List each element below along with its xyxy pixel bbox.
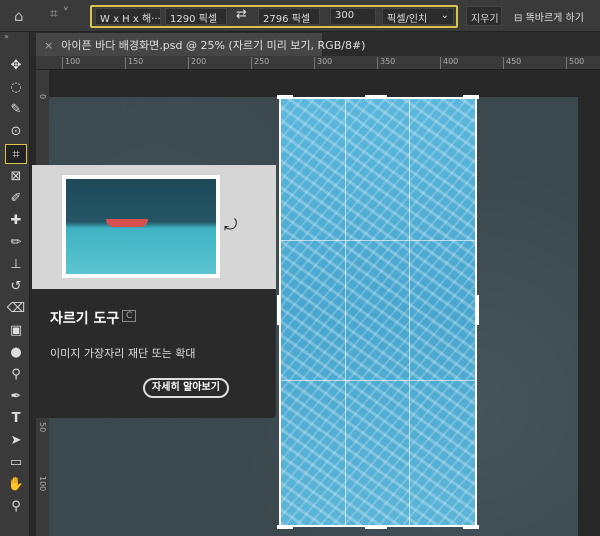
ratio-select[interactable]: W x H x 해··· — [95, 8, 161, 25]
brush-tool-icon[interactable]: ✏ — [5, 233, 27, 253]
frame-tool-icon[interactable]: ⊠ — [5, 167, 27, 187]
preview-image — [62, 175, 220, 278]
home-icon[interactable]: ⌂ — [14, 7, 24, 25]
ruler-label: 450 — [503, 57, 521, 69]
ruler-label: 100 — [62, 57, 80, 69]
gradient-tool-icon[interactable]: ▣ — [5, 321, 27, 341]
ruler-label: 400 — [440, 57, 458, 69]
stamp-tool-icon[interactable]: ⊥ — [5, 255, 27, 275]
expand-icon[interactable]: » — [4, 32, 9, 41]
document-tab[interactable]: × 아이픈 바다 배경화면.psd @ 25% (자르기 미리 보기, RGB/8… — [36, 33, 365, 56]
close-icon[interactable]: × — [44, 39, 53, 52]
tooltip-title: 자르기 도구 — [50, 311, 120, 327]
history-brush-tool-icon[interactable]: ↺ — [5, 277, 27, 297]
dodge-tool-icon[interactable]: ⚲ — [5, 365, 27, 385]
crop-handle[interactable] — [463, 525, 479, 529]
healing-tool-icon[interactable]: ✚ — [5, 211, 27, 231]
hand-tool-icon[interactable]: ✋ — [5, 475, 27, 495]
ruler-label: 350 — [377, 57, 395, 69]
ruler-label: 250 — [251, 57, 269, 69]
options-bar: ⌂ ⌗ ˅ W x H x 해··· 1290 픽셀 ⇄ 2796 픽셀 300… — [0, 0, 600, 32]
move-tool-icon[interactable]: ✥ — [5, 56, 27, 76]
ruler-label: 50 — [38, 422, 47, 433]
learn-more-button[interactable]: 자세히 알아보기 — [143, 378, 229, 398]
crop-handle[interactable] — [277, 295, 281, 325]
crop-tool-preset-icon[interactable]: ⌗ ˅ — [50, 6, 69, 22]
tooltip-description: 이미지 가장자리 재단 또는 확대 — [50, 347, 196, 360]
crop-handle[interactable] — [365, 525, 387, 529]
eyedropper-tool-icon[interactable]: ✐ — [5, 189, 27, 209]
ruler-label: 500 — [566, 57, 584, 69]
ruler-label: 200 — [188, 57, 206, 69]
shortcut-badge: C — [122, 310, 137, 322]
ruler-label: 150 — [125, 57, 143, 69]
swap-icon[interactable]: ⇄ — [236, 7, 247, 22]
crop-handle[interactable] — [475, 295, 479, 325]
horizontal-ruler: 100 150 200 250 300 350 400 450 500 — [36, 56, 600, 70]
resolution-unit-select[interactable]: 픽셀/인치 ⌄ — [382, 8, 454, 25]
ruler-label: 100 — [38, 476, 47, 492]
unit-label: 픽셀/인치 — [387, 14, 428, 25]
document-title: 아이픈 바다 배경화면.psd @ 25% (자르기 미리 보기, RGB/8#… — [61, 39, 366, 52]
crop-handle[interactable] — [277, 95, 293, 99]
tooltip-preview: ⤾ — [32, 165, 276, 289]
ruler-label: 0 — [38, 94, 47, 100]
straighten-icon: ⊟ — [514, 13, 526, 24]
resolution-input[interactable]: 300 — [330, 8, 376, 25]
pen-tool-icon[interactable]: ✒ — [5, 387, 27, 407]
eraser-tool-icon[interactable]: ⌫ — [5, 299, 27, 319]
rotate-icon: ⤾ — [224, 215, 238, 234]
height-input[interactable]: 2796 픽셀 — [258, 8, 320, 25]
lasso-tool-icon[interactable]: ◌ — [5, 78, 27, 98]
toolbar: » ✥ ◌ ✎ ⊙ ⌗ ⊠ ✐ ✚ ✏ ⊥ ↺ ⌫ ▣ ● ⚲ ✒ T ➤ ▭ … — [0, 32, 30, 536]
width-input[interactable]: 1290 픽셀 — [165, 8, 227, 25]
clear-button[interactable]: 지우기 — [466, 6, 502, 26]
crop-area[interactable] — [277, 95, 479, 529]
object-select-tool-icon[interactable]: ⊙ — [5, 122, 27, 142]
path-select-tool-icon[interactable]: ➤ — [5, 431, 27, 451]
type-tool-icon[interactable]: T — [5, 409, 27, 429]
rectangle-tool-icon[interactable]: ▭ — [5, 453, 27, 473]
crop-handle[interactable] — [277, 525, 293, 529]
quick-select-tool-icon[interactable]: ✎ — [5, 100, 27, 120]
zoom-tool-icon[interactable]: ⚲ — [5, 497, 27, 517]
blur-tool-icon[interactable]: ● — [5, 343, 27, 363]
crop-handle[interactable] — [365, 95, 387, 99]
chevron-down-icon: ⌄ — [440, 10, 449, 21]
straighten-button[interactable]: ⊟ 똑바르게 하기 — [514, 9, 584, 24]
straighten-label: 똑바르게 하기 — [525, 13, 584, 24]
crop-tool-icon[interactable]: ⌗ — [5, 144, 27, 164]
crop-tool-tooltip: ⤾ 자르기 도구 C 이미지 가장자리 재단 또는 확대 자세히 알아보기 — [32, 165, 276, 418]
crop-handle[interactable] — [463, 95, 479, 99]
ruler-label: 300 — [314, 57, 332, 69]
